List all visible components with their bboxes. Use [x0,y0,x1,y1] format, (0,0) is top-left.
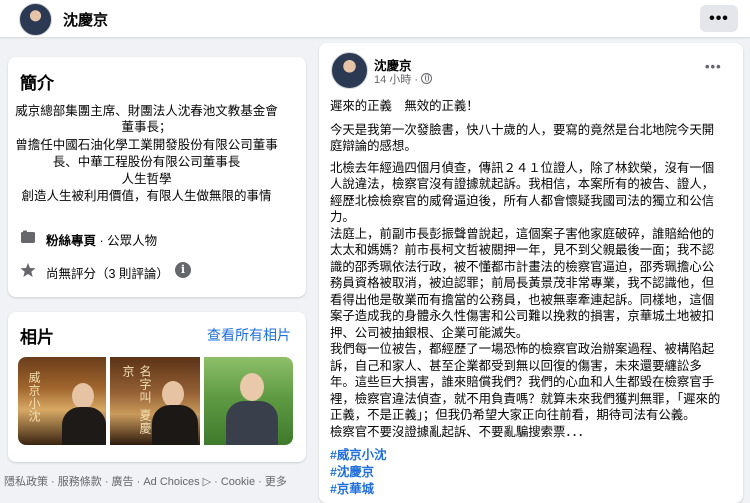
photo-figure [162,381,184,407]
footer-links[interactable]: 隱私政策 · 服務條款 · 廣告 · Ad Choices ▷ · Cookie… [4,473,287,489]
page-name[interactable]: 沈慶京 [63,9,108,30]
photo-figure [62,407,106,445]
category-value: · 公眾人物 [96,234,158,248]
post-text-line: 人說違法，檢察官沒有證據就起訴。我相信，本案所有的被告、證人， [330,177,715,191]
rating-summary: 尚無評分（3 則評論） [46,267,169,281]
post-text-line: 太太和媽媽？前市長柯文哲被關押一年，見不到父親最後一面；我不認 [330,243,715,257]
post-text-line: 年。這些巨大損害，誰來賠償我們？我們的心血和人生都毀在檢察官手 [330,375,715,389]
photo-thumbnail[interactable]: 威京小沈 [18,357,106,445]
post-text-line: 經歷北檢檢察官的威脅逼迫後，所有人都會懷疑我國司法的獨立和公信 [330,194,715,208]
hashtag-link[interactable]: #威京小沈 [330,445,386,463]
post-text-line: 遲來的正義 無效的正義！ [330,99,479,113]
post-text-line: 我們每一位被告，都經歷了一場恐怖的檢察官政治辦案過程、被構陷起 [330,342,715,356]
info-icon[interactable]: i [175,262,191,278]
page-category: 粉絲專頁 · 公眾人物 [46,230,157,249]
post-text-line: 力。 [330,210,355,224]
intro-title: 簡介 [20,74,54,93]
profile-avatar[interactable] [19,3,52,36]
hashtag-link[interactable]: #京華城 [330,479,374,497]
category-label: 粉絲專頁 [46,234,97,248]
more-options-button[interactable]: ••• [700,5,738,32]
intro-bio-line: 董事長； [121,120,172,134]
post-more-button[interactable]: ••• [705,59,722,74]
intro-bio-line: 創造人生被利用價值，有限人生做無限的事情 [21,189,272,203]
post-author-avatar[interactable] [331,52,368,89]
photo-thumbnail[interactable] [204,357,293,445]
photos-title: 相片 [20,328,54,347]
photo-caption: 名字叫 夏慶京 [121,365,152,435]
photo-figure [72,383,94,409]
post-timestamp[interactable]: 14 小時 · [374,71,433,87]
photo-figure [226,401,278,445]
post-text-line: 檢察官不要沒證據亂起訴、不要亂騙搜索票．．． [330,425,591,439]
flag-icon [21,230,35,243]
post-text-line: 正義，不是正義」；但我仍希望大家正向往前看，期待司法有公義。 [330,408,696,422]
post-time-text: 14 小時 · [374,74,419,86]
post-text-line: 務員資格被取消，被迫認罪；前局長黃景茂非常專業，我不認識他，但 [330,276,715,290]
star-icon [20,263,36,277]
photo-caption: 威京小沈 [27,371,41,423]
page-header: 沈慶京 ••• [0,0,750,37]
photo-figure [152,405,198,445]
photo-figure [240,373,264,401]
photo-thumbnail[interactable]: 名字叫 夏慶京 [110,357,200,445]
post-text-line: 庭辯論的感想。 [330,139,417,153]
post-text-line: 案子造成我的身體永久性傷害和公司難以挽救的損害，京華城土地被扣 [330,309,715,323]
hashtag-link[interactable]: #沈慶京 [330,462,374,480]
globe-icon [421,73,433,84]
see-all-photos-link[interactable]: 查看所有相片 [207,325,291,345]
